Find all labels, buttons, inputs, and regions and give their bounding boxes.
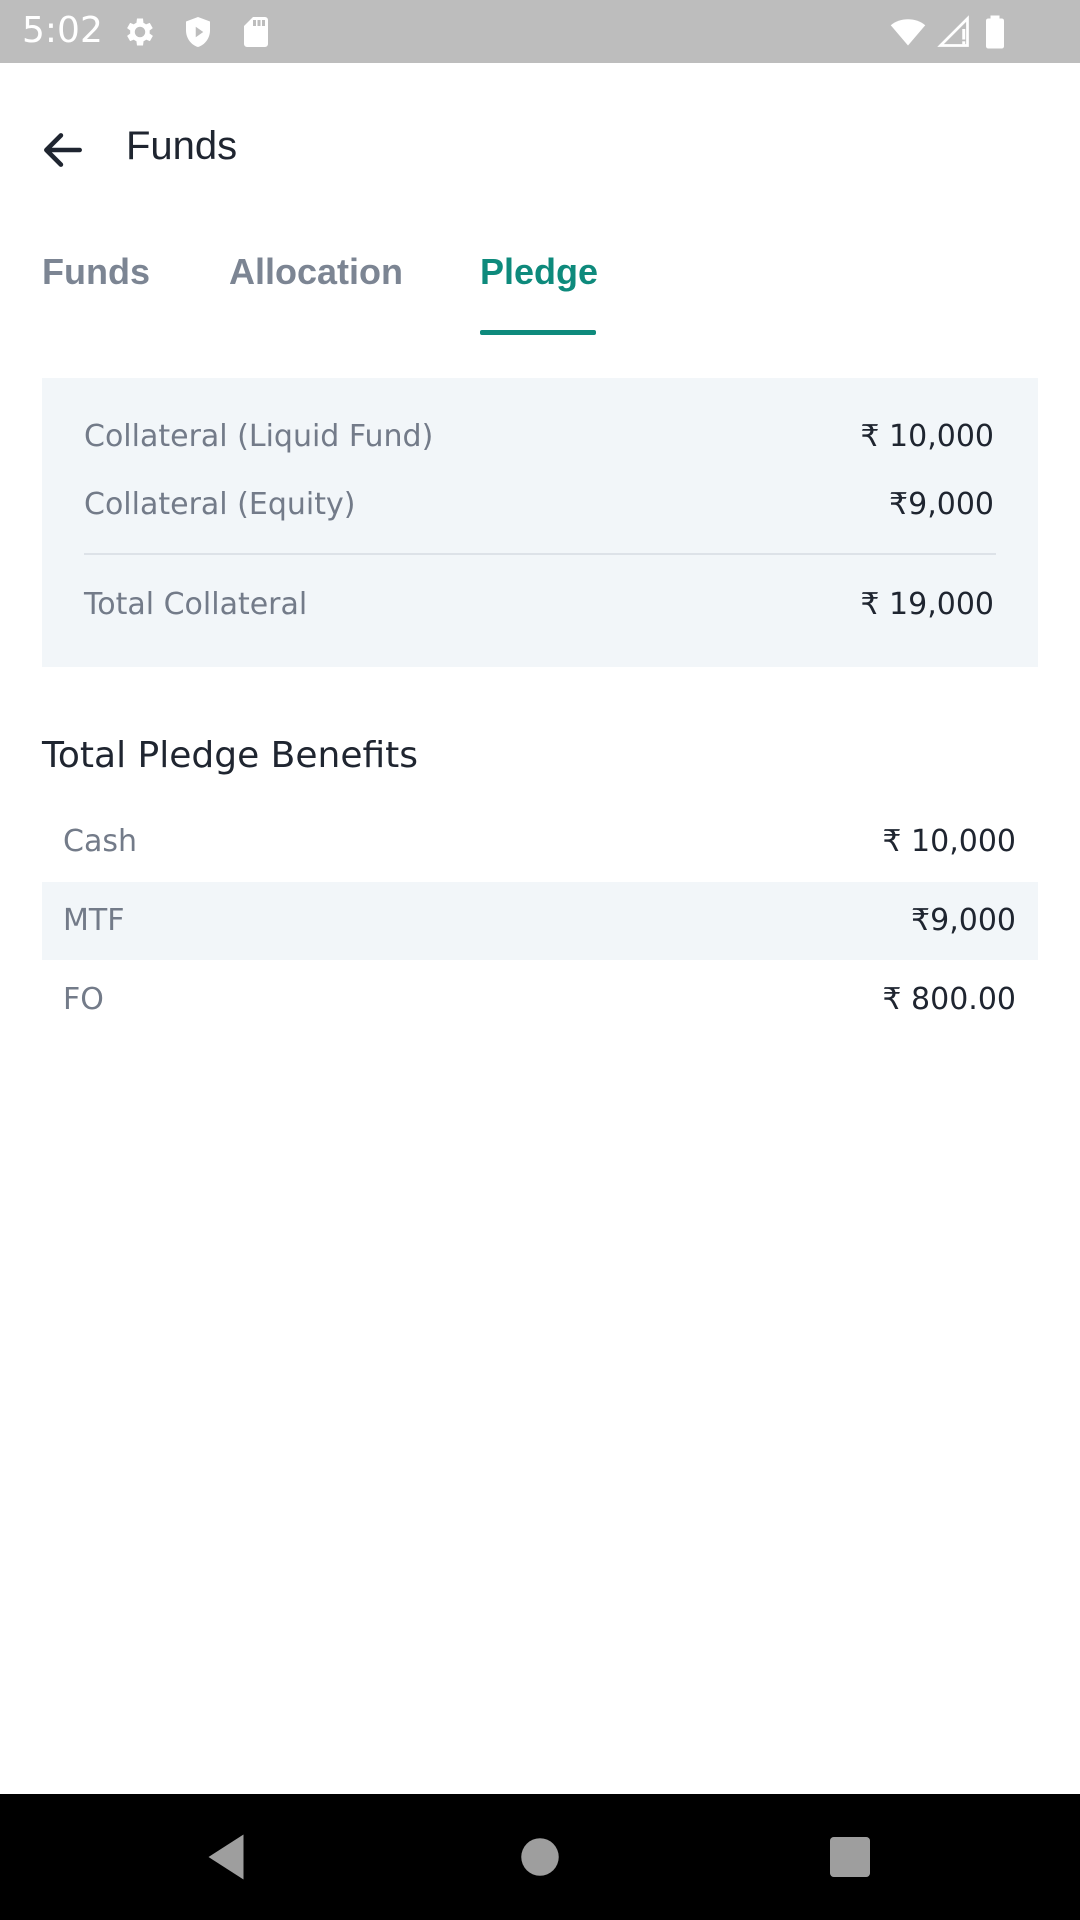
arrow-left-icon	[44, 133, 82, 167]
page-title: Funds	[126, 124, 238, 168]
home-circle-icon	[521, 1838, 559, 1876]
system-navigation-bar	[0, 1794, 1080, 1920]
battery-icon	[982, 14, 1008, 50]
collateral-card: Collateral (Liquid Fund) ₹ 10,000 Collat…	[42, 378, 1038, 667]
shield-icon	[180, 14, 216, 50]
collateral-value: ₹ 10,000	[860, 419, 994, 454]
divider	[84, 553, 996, 555]
benefit-row-cash: Cash ₹ 10,000	[42, 803, 1038, 881]
tab-bar: Funds Allocation Pledge	[0, 230, 1080, 336]
collateral-row: Collateral (Liquid Fund) ₹ 10,000	[84, 415, 994, 459]
benefit-row-fo: FO ₹ 800.00	[42, 961, 1038, 1039]
benefit-label: FO	[63, 982, 104, 1017]
nav-recents-button[interactable]	[820, 1827, 880, 1887]
total-collateral-value: ₹ 19,000	[860, 587, 994, 622]
recents-square-icon	[830, 1837, 870, 1877]
collateral-label: Collateral (Equity)	[84, 487, 356, 522]
nav-back-button[interactable]	[196, 1827, 256, 1887]
status-time: 5:02	[22, 10, 103, 51]
collateral-row: Collateral (Equity) ₹9,000	[84, 483, 994, 527]
section-title: Total Pledge Benefits	[42, 735, 419, 776]
benefit-value: ₹ 800.00	[882, 982, 1016, 1017]
total-collateral-label: Total Collateral	[84, 587, 308, 622]
active-tab-indicator	[480, 330, 596, 335]
benefit-label: MTF	[63, 903, 125, 938]
collateral-value: ₹9,000	[889, 487, 994, 522]
benefit-value: ₹ 10,000	[882, 824, 1016, 859]
benefit-label: Cash	[63, 824, 137, 859]
back-button[interactable]	[28, 115, 98, 185]
back-triangle-icon	[208, 1834, 244, 1880]
settings-icon	[122, 14, 158, 50]
collateral-label: Collateral (Liquid Fund)	[84, 419, 434, 454]
app-bar: Funds	[0, 63, 1080, 223]
total-collateral-row: Total Collateral ₹ 19,000	[84, 583, 994, 627]
screen: 5:02 Funds Funds Allocation Pledge Colla…	[0, 0, 1080, 1920]
signal-icon	[934, 14, 974, 50]
tab-allocation[interactable]: Allocation	[229, 248, 403, 296]
nav-home-button[interactable]	[510, 1827, 570, 1887]
sd-card-icon	[238, 14, 274, 50]
wifi-icon	[888, 14, 928, 50]
status-bar: 5:02	[0, 0, 1080, 63]
benefit-row-mtf: MTF ₹9,000	[42, 882, 1038, 960]
tab-funds[interactable]: Funds	[42, 248, 150, 296]
tab-pledge[interactable]: Pledge	[480, 248, 598, 296]
benefit-value: ₹9,000	[911, 903, 1016, 938]
